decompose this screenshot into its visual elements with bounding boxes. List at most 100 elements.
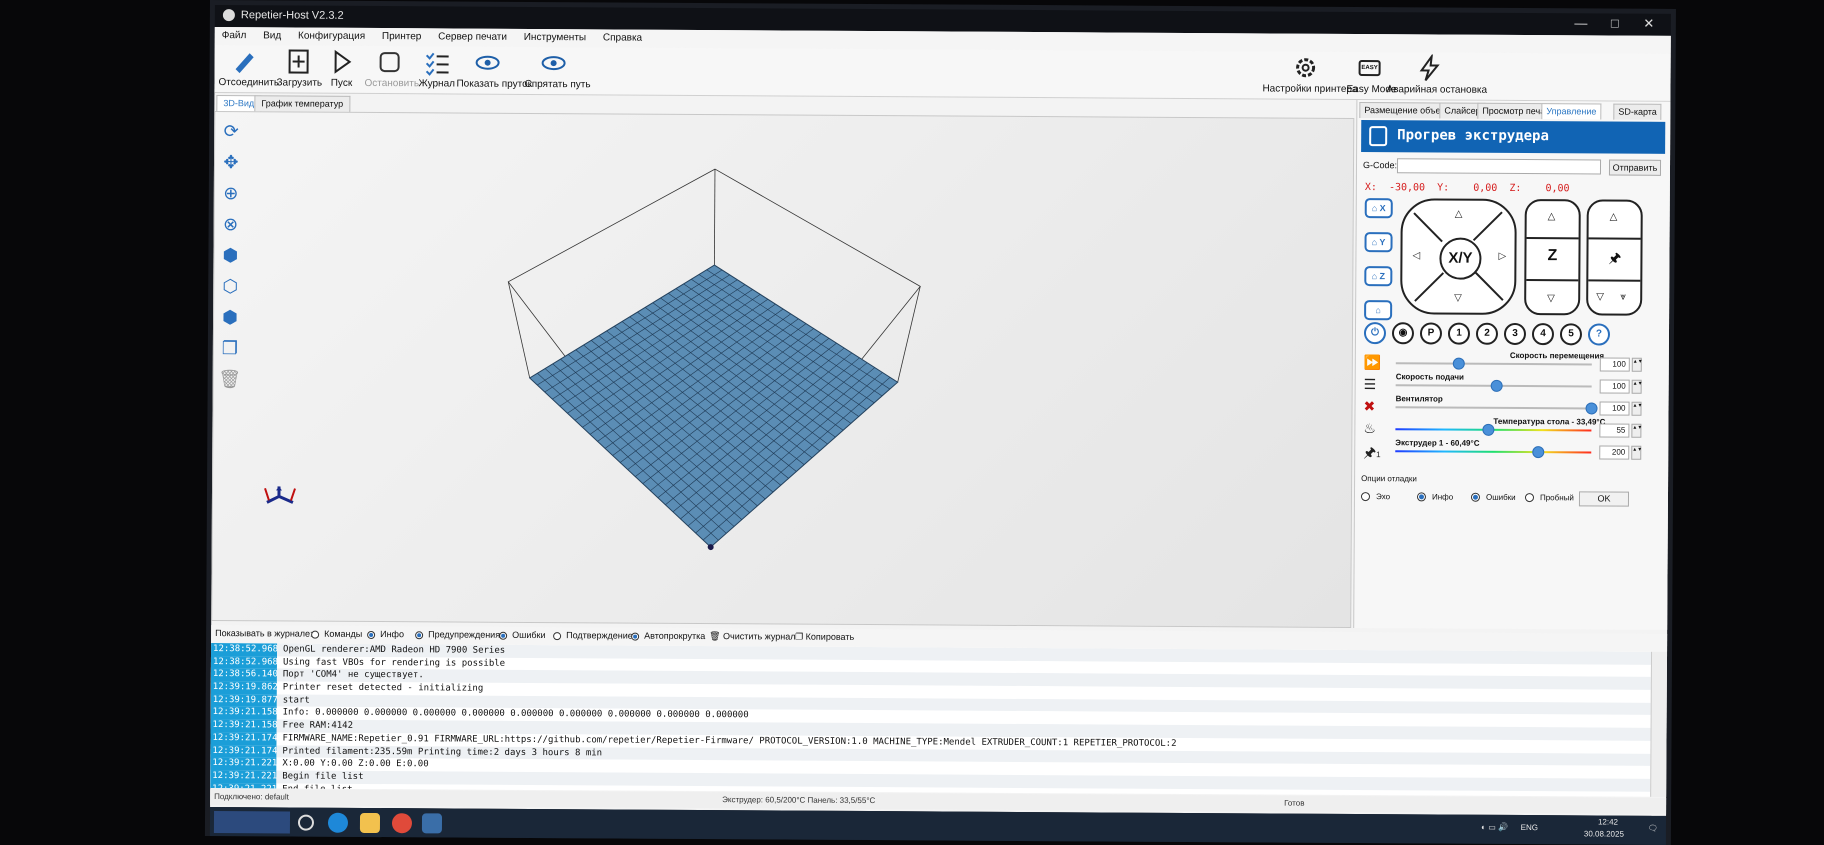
tab-control[interactable]: Управление bbox=[1541, 103, 1602, 120]
travel-speed-value[interactable]: 100 bbox=[1599, 357, 1630, 372]
radio-icon[interactable] bbox=[499, 631, 508, 640]
show-filament-button[interactable]: Показать пруток bbox=[456, 49, 532, 90]
radio-icon[interactable] bbox=[1524, 493, 1535, 503]
move-z-up-icon[interactable]: △ bbox=[1548, 211, 1556, 222]
menu-help[interactable]: Справка bbox=[596, 29, 649, 43]
extrude-icon[interactable]: ▽ bbox=[1596, 291, 1604, 302]
radio-icon[interactable] bbox=[631, 632, 640, 641]
menu-print-server[interactable]: Сервер печати bbox=[431, 28, 514, 43]
move-x-minus-icon[interactable]: ◁ bbox=[1412, 250, 1420, 261]
search-icon[interactable] bbox=[297, 814, 315, 831]
menu-printer[interactable]: Принтер bbox=[375, 28, 429, 42]
chrome-icon[interactable] bbox=[391, 813, 413, 834]
radio-icon[interactable] bbox=[1470, 493, 1481, 503]
language-indicator[interactable]: ENG bbox=[1521, 823, 1538, 832]
3d-viewport[interactable]: ⟳ ✥ ⊕ ⊗ ⬢ ⬡ ⬢ ❐ 🗑 bbox=[211, 111, 1355, 628]
run-button[interactable]: Пуск bbox=[326, 48, 356, 89]
filter-warnings[interactable]: Предупреждения bbox=[415, 629, 500, 640]
home-all-button[interactable]: ⌂ bbox=[1364, 300, 1393, 321]
spinner-icon[interactable]: ▲▼ bbox=[1631, 357, 1643, 372]
radio-icon[interactable] bbox=[415, 630, 424, 639]
move-z-down-icon[interactable]: ▽ bbox=[1547, 293, 1555, 304]
send-button[interactable]: Отправить bbox=[1608, 159, 1662, 176]
log-button[interactable]: Журнал bbox=[418, 48, 455, 89]
close-button[interactable]: ✕ bbox=[1635, 16, 1663, 34]
emergency-stop-button[interactable]: Аварийная остановка bbox=[1386, 52, 1487, 96]
help-button[interactable]: ? bbox=[1587, 323, 1611, 346]
printer-settings-button[interactable]: Настройки принтера bbox=[1262, 53, 1358, 95]
move-y-minus-icon[interactable]: ▽ bbox=[1454, 293, 1462, 304]
slider-knob[interactable] bbox=[1532, 446, 1545, 459]
extruder-temperature-slider[interactable]: 🖈1 Экструдер 1 - 60,49°C 200 ▲▼ bbox=[1359, 438, 1665, 464]
copy-log-button[interactable]: ❐ Копировать bbox=[795, 632, 854, 643]
log-scrollbar[interactable] bbox=[1650, 651, 1668, 797]
easy-mode-button[interactable]: EASY Easy Mode bbox=[1346, 54, 1397, 95]
ok-button[interactable]: OK bbox=[1578, 491, 1630, 507]
debug-errors[interactable]: Ошибки bbox=[1470, 493, 1516, 503]
radio-icon[interactable] bbox=[1360, 492, 1371, 502]
menu-file[interactable]: Файл bbox=[215, 27, 254, 41]
minimize-button[interactable]: — bbox=[1567, 15, 1595, 33]
mode-button-1[interactable]: 1 bbox=[1447, 322, 1471, 345]
fan-value[interactable]: 100 bbox=[1599, 401, 1630, 416]
power-icon[interactable]: ⏻ bbox=[1363, 322, 1387, 345]
tab-sd-card[interactable]: SD-карта bbox=[1613, 103, 1662, 120]
hide-path-button[interactable]: Спрятать путь bbox=[524, 49, 591, 90]
extrude-fast-icon[interactable]: ⩔ bbox=[1620, 292, 1626, 303]
slider-knob[interactable] bbox=[1490, 379, 1503, 392]
debug-info[interactable]: Инфо bbox=[1416, 492, 1453, 502]
maximize-button[interactable]: □ bbox=[1601, 15, 1629, 33]
menu-view[interactable]: Вид bbox=[256, 27, 288, 41]
notification-icon[interactable]: 🗨 bbox=[1648, 824, 1658, 833]
load-button[interactable]: Загрузить bbox=[276, 47, 322, 89]
slider-knob[interactable] bbox=[1585, 402, 1598, 415]
retract-icon[interactable]: △ bbox=[1610, 212, 1618, 223]
stop-button[interactable]: Остановить bbox=[364, 48, 419, 89]
filter-errors[interactable]: Ошибки bbox=[499, 630, 546, 640]
radio-icon[interactable] bbox=[1416, 492, 1427, 502]
tab-temperature-graph[interactable]: График температур bbox=[254, 95, 351, 112]
radio-icon[interactable] bbox=[367, 630, 376, 639]
z-jog-pad[interactable]: △ Z ▽ bbox=[1524, 199, 1581, 316]
slider-knob[interactable] bbox=[1482, 423, 1495, 436]
home-z-button[interactable]: ⌂ Z bbox=[1364, 266, 1393, 287]
edge-icon[interactable] bbox=[327, 812, 349, 833]
move-x-plus-icon[interactable]: ▷ bbox=[1498, 251, 1506, 262]
mode-button-p[interactable]: P bbox=[1419, 322, 1443, 345]
log-list[interactable]: 12:38:52.968 OpenGL renderer:AMD Radeon H… bbox=[210, 643, 1652, 797]
xy-jog-pad[interactable]: X/Y △ ▽ ◁ ▷ bbox=[1400, 198, 1517, 315]
filter-autoscroll[interactable]: Автопрокрутка bbox=[631, 631, 705, 641]
extruder-jog-pad[interactable]: △ 🖈 ▽ ⩔ bbox=[1586, 199, 1643, 316]
repetier-icon[interactable] bbox=[421, 813, 443, 834]
slider-knob[interactable] bbox=[1452, 357, 1465, 370]
start-button[interactable] bbox=[213, 811, 291, 834]
menu-tools[interactable]: Инструменты bbox=[517, 29, 593, 43]
disconnect-button[interactable]: Отсоединить bbox=[218, 47, 279, 88]
radio-icon[interactable] bbox=[311, 630, 320, 639]
bed-temperature-value[interactable]: 55 bbox=[1599, 423, 1630, 438]
stop-motors-icon[interactable]: ◉ bbox=[1391, 322, 1415, 345]
extruder-temperature-value[interactable]: 200 bbox=[1599, 445, 1630, 460]
gcode-input[interactable] bbox=[1396, 158, 1602, 175]
feed-rate-value[interactable]: 100 bbox=[1599, 379, 1630, 394]
debug-dry-run[interactable]: Пробный bbox=[1524, 493, 1574, 503]
spinner-icon[interactable]: ▲▼ bbox=[1631, 379, 1643, 394]
move-y-plus-icon[interactable]: △ bbox=[1455, 209, 1463, 220]
mode-button-3[interactable]: 3 bbox=[1503, 322, 1527, 346]
spinner-icon[interactable]: ▲▼ bbox=[1631, 423, 1642, 438]
tray-icons[interactable]: ◐ ▭ 🔊 bbox=[1481, 823, 1508, 832]
filter-commands[interactable]: Команды bbox=[311, 629, 362, 639]
filter-confirm[interactable]: Подтверждение bbox=[553, 630, 633, 641]
debug-echo[interactable]: Эхо bbox=[1360, 492, 1390, 502]
home-y-button[interactable]: ⌂ Y bbox=[1364, 232, 1393, 253]
filter-info[interactable]: Инфо bbox=[367, 629, 404, 639]
radio-icon[interactable] bbox=[553, 631, 562, 640]
spinner-icon[interactable]: ▲▼ bbox=[1631, 445, 1642, 460]
mode-button-4[interactable]: 4 bbox=[1531, 323, 1555, 346]
mode-button-5[interactable]: 5 bbox=[1559, 323, 1583, 346]
spinner-icon[interactable]: ▲▼ bbox=[1631, 401, 1642, 416]
mode-button-2[interactable]: 2 bbox=[1475, 322, 1499, 345]
menu-config[interactable]: Конфигурация bbox=[291, 27, 372, 42]
home-x-button[interactable]: ⌂ X bbox=[1364, 198, 1393, 219]
clear-log-button[interactable]: 🗑 Очистить журнал bbox=[709, 631, 795, 643]
